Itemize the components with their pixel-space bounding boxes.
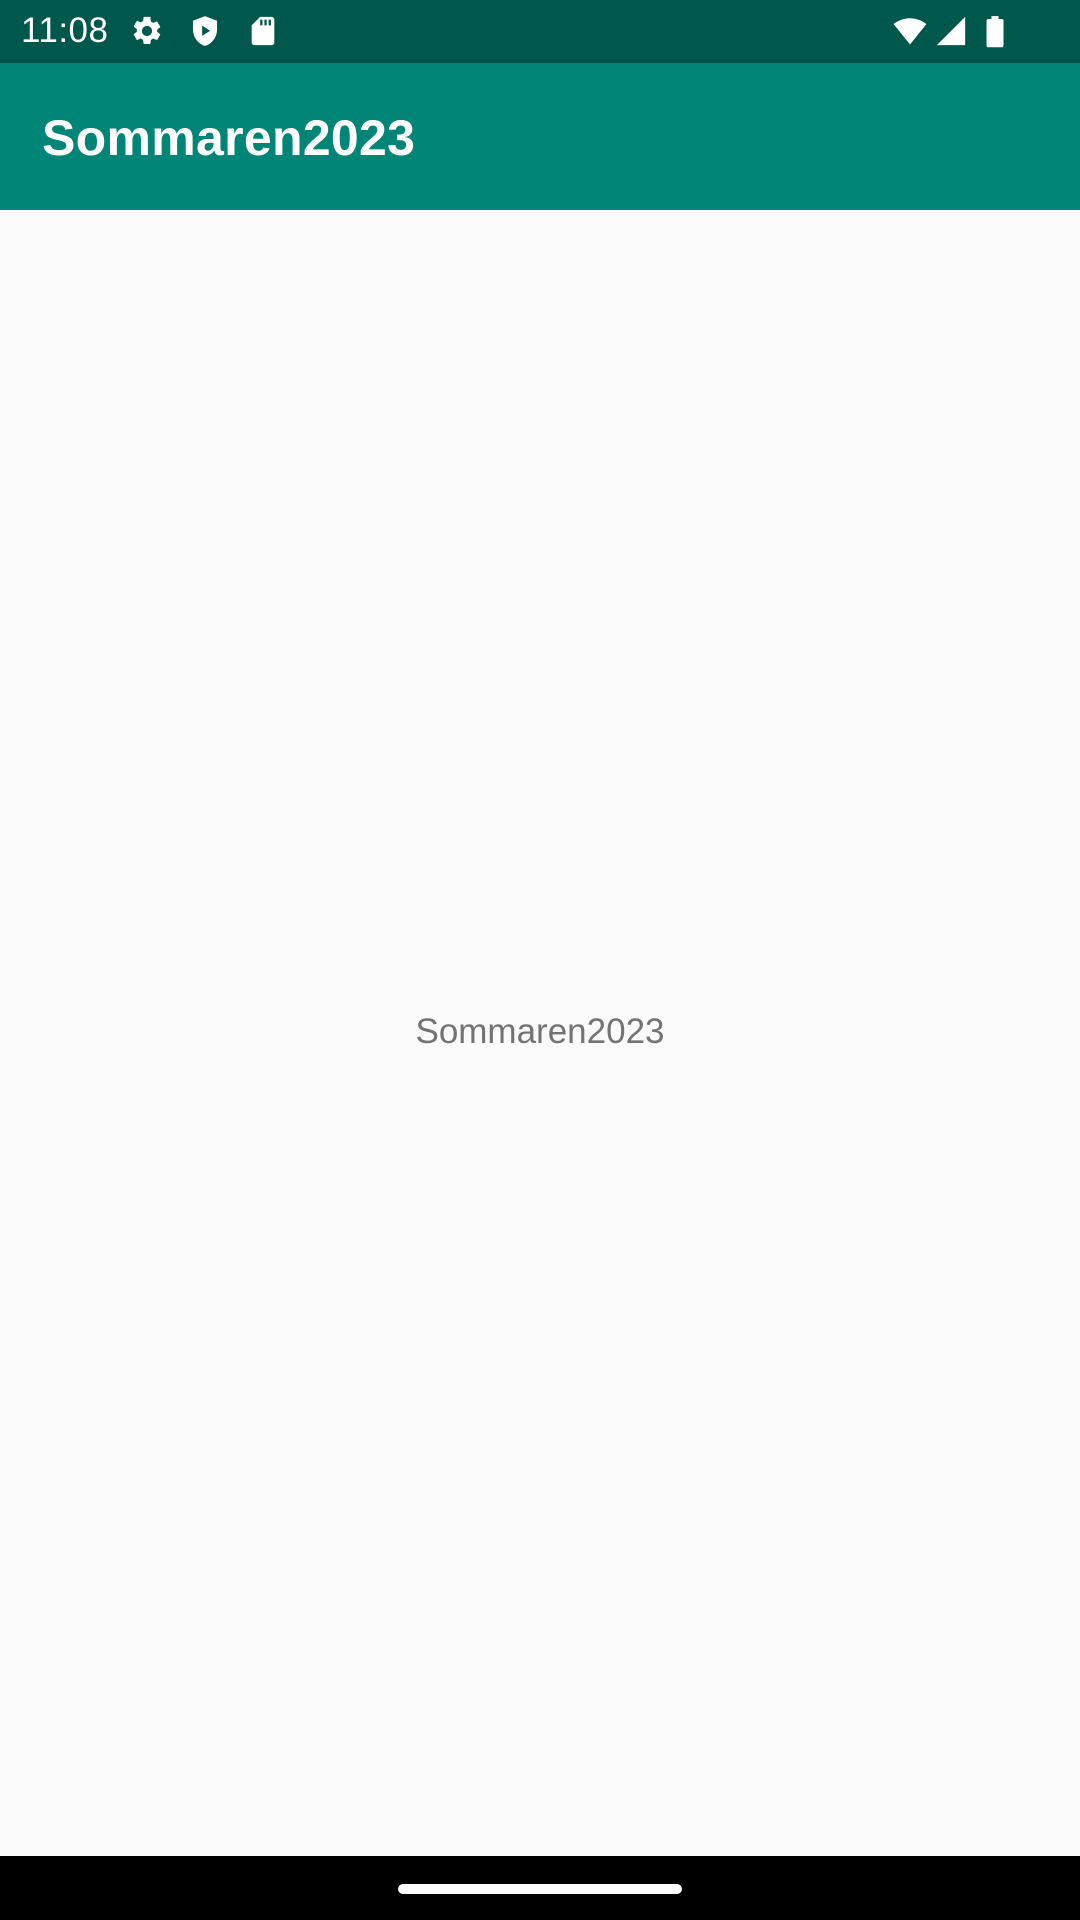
navigation-bar: [0, 1856, 1080, 1920]
settings-icon: [133, 16, 161, 45]
app-title: Sommaren2023: [42, 110, 416, 166]
home-handle[interactable]: [398, 1884, 682, 1894]
center-text: Sommaren2023: [415, 1012, 665, 1051]
sd-card-icon: [251, 16, 275, 46]
status-time: 11:08: [21, 11, 109, 50]
wifi-icon: [893, 18, 927, 45]
play-protect-icon: [192, 16, 218, 46]
battery-icon: [986, 16, 1004, 48]
app-bar: Sommaren2023: [0, 63, 1080, 210]
status-bar: 11:08: [0, 0, 1080, 63]
app-screen: 11:08 Sommaren2023 Sommaren2023: [0, 0, 1080, 1920]
main-content: Sommaren2023: [0, 210, 1080, 1856]
cell-signal-icon: [936, 16, 966, 46]
